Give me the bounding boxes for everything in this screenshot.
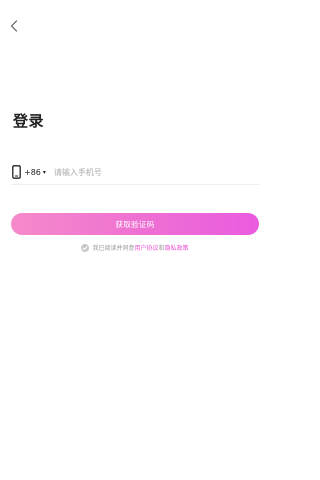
user-agreement-link[interactable]: 用户协议 [134, 243, 158, 252]
agreement-prefix: 我已阅读并同意 [92, 245, 135, 252]
get-verification-code-button[interactable]: 获取验证码 [11, 213, 259, 235]
caret-down-icon: ▾ [42, 168, 46, 176]
privacy-policy-link[interactable]: 隐私政策 [165, 243, 189, 252]
country-code-selector[interactable]: +86 ▾ [24, 168, 46, 177]
agreement-checkbox[interactable] [81, 243, 90, 252]
check-circle-icon [82, 245, 88, 250]
page-title: 登录 [13, 112, 45, 130]
phone-number-input[interactable] [53, 167, 224, 177]
back-button[interactable] [4, 15, 24, 37]
mobile-phone-icon [11, 165, 21, 180]
country-code-label: +86 [24, 167, 41, 177]
chevron-left-icon [10, 20, 18, 32]
phone-input-row: +86 ▾ [11, 160, 259, 185]
agreement-row: 我已阅读并同意 用户协议 和 隐私政策 [0, 243, 270, 252]
login-screen: 登录 +86 ▾ 获取验证码 我已阅读并同意 用户协议 和 隐私政策 [0, 0, 270, 480]
